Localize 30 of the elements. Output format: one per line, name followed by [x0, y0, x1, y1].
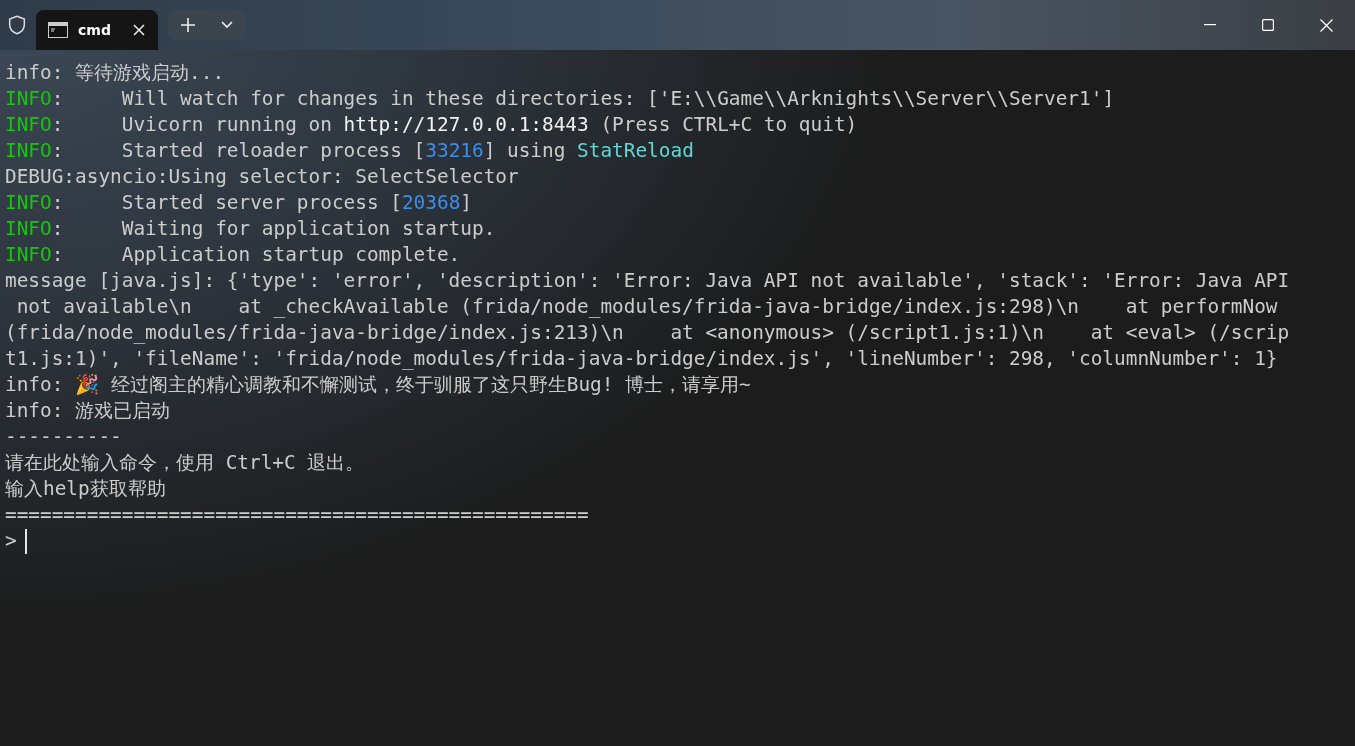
terminal-line: not available\n at _checkAvailable (frida/node_modules/frida-java-bridge/index.js:298)\n at performNow [15, 294, 1279, 320]
terminal-line: DEBUG:asyncio:Using selector: SelectSelector [5, 164, 520, 190]
terminal-line: 请在此处输入命令，使用 Ctrl+C 退出。 [5, 450, 366, 476]
terminal-line: (frida/node_modules/frida-java-bridge/index.js:213)\n at <anonymous> (/script1.js:1)\n at <eval> (/scrip [5, 320, 1291, 346]
minimize-icon [1204, 24, 1216, 26]
terminal-line: t1.js:1)', 'fileName': 'frida/node_modules/frida-java-bridge/index.js', 'lineNumber': 298, 'columnNumber': 1} [5, 346, 1279, 372]
console-icon [48, 22, 68, 38]
prompt-symbol: > [5, 528, 17, 554]
terminal-tab[interactable]: cmd [36, 10, 158, 50]
terminal-line: 输入help获取帮助 [5, 476, 167, 502]
close-icon [1319, 18, 1333, 32]
terminal-line: INFO: Waiting for application startup. [5, 216, 497, 242]
text-cursor [24, 528, 27, 554]
terminal-line: info: 🎉 经过阁主的精心调教和不懈测试，终于驯服了这只野生Bug! 博士，请享用~ [5, 372, 752, 398]
terminal-line: message [java.js]: {'type': 'error', 'description': 'Error: Java API not available', 'stack': 'Error: Java API [5, 268, 1291, 294]
terminal-line: INFO: Started reloader process [33216] using StatReload [5, 138, 695, 164]
terminal-line: info: 游戏已启动 [5, 398, 172, 424]
chevron-down-icon [220, 21, 233, 29]
terminal-line: INFO: Will watch for changes in these directories: ['E:\\Game\\Arknights\\Server\\Server1'] [5, 86, 1116, 112]
terminal-line: INFO: Application startup complete. [5, 242, 462, 268]
plus-icon [180, 18, 195, 32]
shield-icon [6, 14, 28, 36]
close-icon [132, 23, 146, 37]
maximize-icon [1262, 19, 1274, 31]
terminal-line: ================================================== [5, 502, 590, 528]
terminal-line: INFO: Started server process [20368] [5, 190, 473, 216]
terminal-line: INFO: Uvicorn running on http://127.0.0.1:8443 (Press CTRL+C to quit) [5, 112, 859, 138]
terminal-line: info: 等待游戏启动... [5, 60, 226, 86]
close-tab-button[interactable] [132, 23, 146, 37]
terminal-line: ---------- [5, 424, 123, 450]
